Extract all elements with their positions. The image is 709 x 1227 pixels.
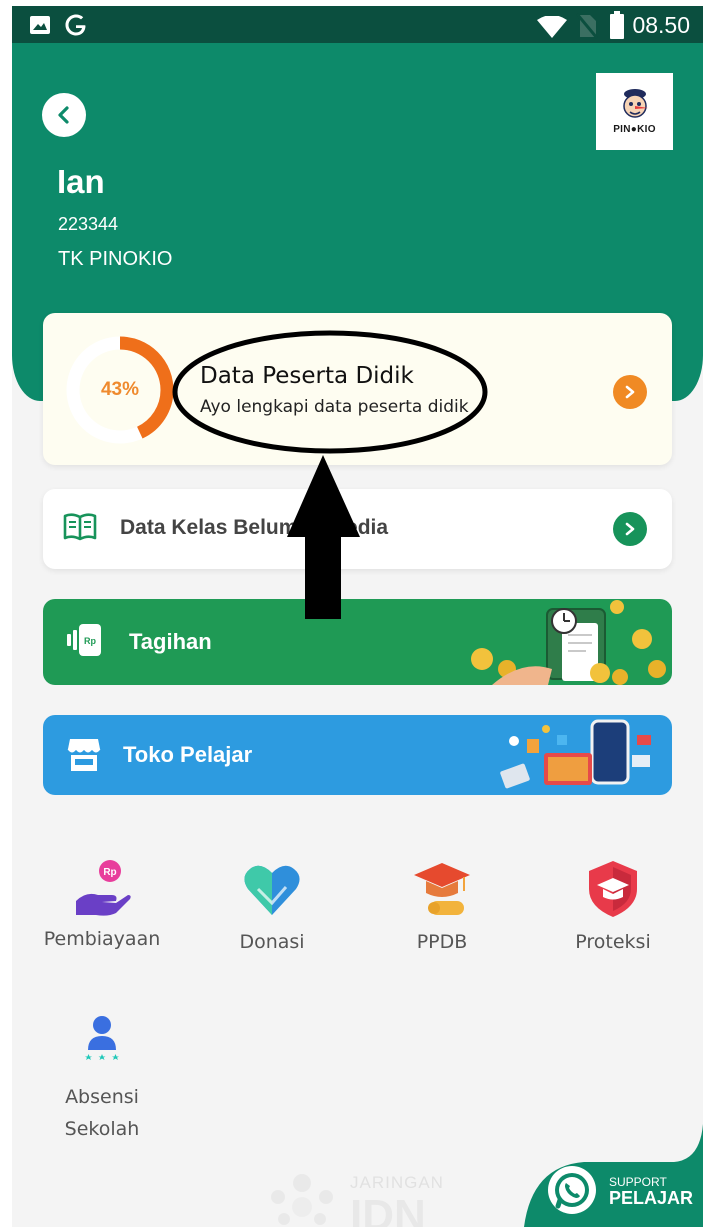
chevron-left-icon — [58, 106, 69, 124]
protection-icon — [589, 861, 637, 917]
tagihan-label: Tagihan — [129, 629, 212, 654]
menu-donasi[interactable]: Donasi — [197, 859, 347, 953]
logo-text: PIN●KIO — [613, 124, 656, 135]
status-bar: 08.50 — [12, 6, 703, 43]
coins-receipt-illustration — [471, 600, 666, 685]
school-logo[interactable]: PIN●KIO — [596, 73, 673, 150]
back-button[interactable] — [42, 93, 86, 137]
watermark-top-text: JARINGAN — [350, 1173, 444, 1192]
donation-icon — [244, 865, 300, 915]
watermark-logo-icon — [271, 1174, 333, 1225]
jaringan-idn-watermark: JARINGAN IDN — [262, 1171, 462, 1227]
clock: 08.50 — [632, 12, 690, 38]
store-icon — [67, 739, 101, 771]
support-pelajar-button[interactable]: SUPPORT PELAJAR — [524, 1124, 703, 1227]
toko-pelajar-label: Toko Pelajar — [123, 742, 253, 767]
menu-absensi-sekolah[interactable]: Absensi Sekolah — [27, 1014, 177, 1143]
google-icon — [65, 14, 86, 36]
open-book-icon — [63, 513, 97, 541]
menu-label: Pembiayaan — [43, 928, 161, 950]
attendance-icon — [85, 1016, 119, 1060]
data-kelas-card[interactable]: Data Kelas Belum Tersedia — [43, 489, 672, 569]
app-screen: 08.50 PIN●KIO Ian 223344 TK PINOKIO 43% … — [12, 6, 703, 1227]
toko-pelajar-card[interactable]: Toko Pelajar — [43, 715, 672, 795]
image-icon — [30, 16, 50, 34]
data-kelas-open-button[interactable] — [613, 512, 647, 546]
menu-label: Donasi — [239, 931, 305, 953]
progress-percent: 43% — [100, 379, 140, 400]
data-kelas-label: Data Kelas Belum Tersedia — [120, 516, 389, 539]
data-card-open-button[interactable] — [613, 375, 647, 409]
data-card-subtitle: Ayo lengkapi data peserta didik — [200, 397, 469, 417]
menu-ppdb[interactable]: PPDB — [367, 859, 517, 953]
student-name: Ian — [57, 163, 105, 200]
chevron-right-icon — [625, 385, 635, 399]
support-label-top: SUPPORT — [609, 1175, 667, 1189]
menu-label-line1: Absensi — [65, 1086, 139, 1108]
pinokio-logo-icon — [622, 89, 648, 118]
data-card-title: Data Peserta Didik — [200, 363, 414, 389]
support-label-bottom: PELAJAR — [609, 1188, 694, 1208]
no-sim-icon — [576, 13, 598, 39]
watermark-big-text: IDN — [350, 1191, 426, 1227]
tagihan-card[interactable]: Rp Tagihan — [43, 599, 672, 685]
wifi-icon — [537, 16, 567, 38]
student-id: 223344 — [58, 214, 119, 234]
battery-icon — [610, 11, 624, 39]
whatsapp-icon — [548, 1166, 596, 1214]
shopping-illustration — [500, 719, 651, 789]
menu-label-line2: Sekolah — [64, 1118, 140, 1140]
financing-icon: Rp — [76, 860, 131, 916]
chevron-right-icon — [625, 522, 635, 536]
bill-icon: Rp — [67, 624, 101, 656]
school-name: TK PINOKIO — [58, 248, 173, 270]
rupiah-symbol: Rp — [84, 636, 96, 646]
data-peserta-didik-card[interactable]: 43% Data Peserta Didik Ayo lengkapi data… — [43, 313, 672, 465]
menu-label: PPDB — [416, 931, 468, 953]
menu-proteksi[interactable]: Proteksi — [538, 859, 688, 953]
menu-pembiayaan[interactable]: Rp Pembiayaan — [27, 859, 177, 950]
graduation-icon — [414, 863, 470, 915]
svg-text:Rp: Rp — [103, 867, 116, 878]
menu-label: Proteksi — [575, 931, 651, 953]
